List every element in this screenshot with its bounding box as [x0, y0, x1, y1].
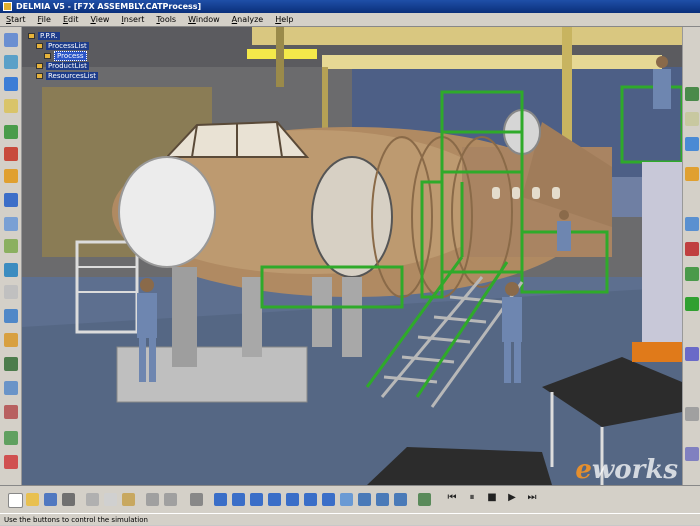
normal-view-icon[interactable] — [322, 493, 335, 506]
pause-button[interactable]: ⏸ — [465, 492, 479, 503]
new-icon[interactable] — [8, 493, 23, 508]
menu-view[interactable]: View — [84, 13, 115, 26]
right-toolbar — [682, 27, 700, 485]
path-icon[interactable] — [4, 239, 18, 253]
menu-window[interactable]: Window — [182, 13, 226, 26]
assign-icon[interactable] — [4, 125, 18, 139]
save-icon[interactable] — [44, 493, 57, 506]
delete-icon[interactable] — [4, 455, 18, 469]
open-icon[interactable] — [26, 493, 39, 506]
menu-tools[interactable]: Tools — [150, 13, 182, 26]
rewind-button[interactable]: ⏮ — [445, 492, 459, 503]
teach-icon[interactable] — [685, 137, 699, 151]
tool-icon[interactable] — [685, 87, 699, 101]
render-style-icon[interactable] — [358, 493, 371, 506]
tree-node-process[interactable]: Process — [44, 51, 98, 61]
move-icon[interactable] — [4, 217, 18, 231]
redo-icon[interactable] — [164, 493, 177, 506]
select-icon[interactable] — [4, 33, 18, 47]
bottom-toolbar: ⏮ ⏸ ■ ▶ ⏭ — [0, 485, 700, 513]
hide-show-icon[interactable] — [376, 493, 389, 506]
process-node-icon — [44, 53, 51, 59]
constraint-icon[interactable] — [685, 242, 699, 256]
paste-icon[interactable] — [122, 493, 135, 506]
track-icon[interactable] — [4, 381, 18, 395]
menu-start[interactable]: Start — [0, 13, 32, 26]
left-toolbar — [0, 27, 22, 485]
zoom-in-icon[interactable] — [286, 493, 299, 506]
cut-icon[interactable] — [86, 493, 99, 506]
menu-analyze[interactable]: Analyze — [226, 13, 270, 26]
zoom-out-icon[interactable] — [304, 493, 317, 506]
compass-icon[interactable] — [685, 217, 699, 231]
copy-icon[interactable] — [104, 493, 117, 506]
3d-viewport[interactable]: P.P.R. ProcessList Process ProductList R… — [22, 27, 682, 485]
pan-icon[interactable] — [250, 493, 263, 506]
shuttle-icon[interactable] — [4, 285, 18, 299]
tree-node-processlist[interactable]: ProcessList — [36, 41, 98, 51]
analysis-icon[interactable] — [4, 431, 18, 445]
status-message: Use the buttons to control the simulatio… — [4, 516, 148, 524]
window-title: DELMIA V5 - [F7X ASSEMBLY.CATProcess] — [16, 2, 202, 11]
nose-bulkhead — [118, 156, 216, 268]
robot-icon[interactable] — [685, 112, 699, 126]
posture-icon[interactable] — [685, 347, 699, 361]
link-icon[interactable] — [4, 147, 18, 161]
fit-all-icon[interactable] — [232, 493, 245, 506]
iso-view-icon[interactable] — [340, 493, 353, 506]
snap-icon[interactable] — [685, 167, 699, 181]
simulation-player: ⏮ ⏸ ■ ▶ ⏭ — [445, 492, 539, 503]
window-titlebar: DELMIA V5 - [F7X ASSEMBLY.CATProcess] — [0, 0, 700, 13]
stop-button[interactable]: ■ — [485, 492, 499, 503]
check-icon[interactable] — [685, 297, 699, 311]
gantt-icon[interactable] — [4, 169, 18, 183]
walk-icon[interactable] — [4, 357, 18, 371]
delmia-app-icon — [3, 2, 12, 11]
measure-icon[interactable] — [4, 333, 18, 347]
vision-icon[interactable] — [685, 407, 699, 421]
sequence-icon[interactable] — [4, 405, 18, 419]
activity-icon[interactable] — [4, 193, 18, 207]
tree-node-resourceslist[interactable]: ResourcesList — [36, 71, 98, 81]
undo-icon[interactable] — [146, 493, 159, 506]
resource-icon[interactable] — [4, 99, 18, 113]
whats-this-icon[interactable] — [190, 493, 203, 506]
product-icon[interactable] — [4, 77, 18, 91]
reach-icon[interactable] — [685, 447, 699, 461]
simulation-icon[interactable] — [4, 263, 18, 277]
menu-edit[interactable]: Edit — [57, 13, 85, 26]
productlist-icon — [36, 63, 43, 69]
processlist-icon — [36, 43, 43, 49]
swap-space-icon[interactable] — [394, 493, 407, 506]
ppr-icon — [28, 33, 35, 39]
specification-tree[interactable]: P.P.R. ProcessList Process ProductList R… — [28, 31, 98, 81]
status-bar: Use the buttons to control the simulatio… — [0, 513, 700, 525]
process-icon[interactable] — [4, 55, 18, 69]
assembly-scene — [22, 27, 682, 485]
clash-icon[interactable] — [4, 309, 18, 323]
menu-file[interactable]: File — [32, 13, 57, 26]
fly-icon[interactable] — [214, 493, 227, 506]
menu-bar: Start File Edit View Insert Tools Window… — [0, 13, 700, 27]
play-button[interactable]: ▶ — [505, 492, 519, 503]
fast-forward-button[interactable]: ⏭ — [525, 492, 539, 503]
tree-node-productlist[interactable]: ProductList — [36, 61, 98, 71]
menu-insert[interactable]: Insert — [115, 13, 150, 26]
resourceslist-icon — [36, 73, 43, 79]
eworks-watermark: eworks — [575, 455, 678, 485]
print-icon[interactable] — [62, 493, 75, 506]
tree-node-ppr[interactable]: P.P.R. — [28, 31, 98, 41]
simulation-mode-icon[interactable] — [418, 493, 431, 506]
manikin-icon[interactable] — [685, 267, 699, 281]
menu-help[interactable]: Help — [269, 13, 299, 26]
rotate-icon[interactable] — [268, 493, 281, 506]
